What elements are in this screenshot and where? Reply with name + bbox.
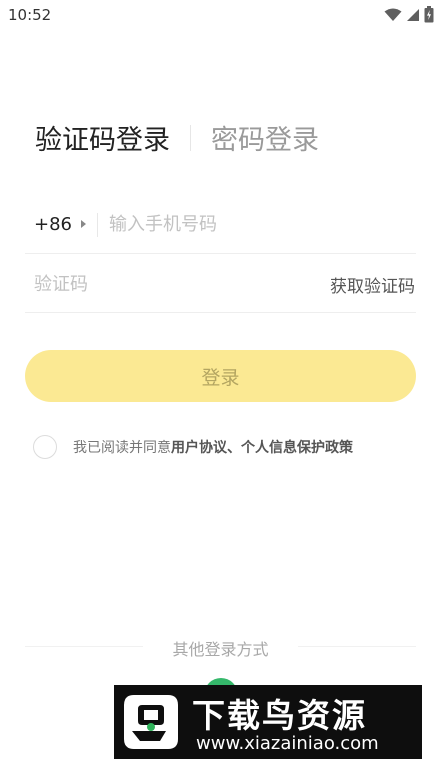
agreement-prefix: 我已阅读并同意: [73, 440, 171, 456]
other-login-label: 其他登录方式: [172, 640, 269, 659]
watermark-logo: [124, 695, 178, 749]
caret-right-icon[interactable]: [81, 220, 86, 228]
code-row: 获取验证码: [25, 256, 416, 313]
agreement-row: 我已阅读并同意用户协议、个人信息保护政策: [33, 435, 353, 459]
wifi-icon: [384, 8, 402, 21]
agreement-checkbox[interactable]: [33, 435, 57, 459]
get-code-button[interactable]: 获取验证码: [330, 272, 415, 297]
phone-row: +86: [25, 196, 416, 254]
status-icons: [384, 6, 434, 23]
watermark-url: www.xiazainiao.com: [196, 733, 379, 754]
login-button[interactable]: 登录: [25, 350, 416, 402]
tab-divider: [190, 124, 191, 151]
verification-code-input[interactable]: [34, 273, 234, 295]
tab-sms-login[interactable]: 验证码登录: [35, 118, 170, 157]
watermark-title: 下载鸟资源: [192, 696, 367, 735]
other-login-row: 其他登录方式: [25, 634, 416, 659]
tab-password-login[interactable]: 密码登录: [211, 118, 319, 157]
phone-divider: [97, 212, 98, 237]
signal-icon: [407, 8, 419, 21]
status-time: 10:52: [8, 6, 52, 24]
watermark: 下载鸟资源 www.xiazainiao.com: [114, 685, 422, 759]
battery-icon: [424, 6, 434, 23]
phone-input[interactable]: [109, 214, 369, 235]
agreement-text: 我已阅读并同意用户协议、个人信息保护政策: [73, 437, 353, 457]
country-code-selector[interactable]: +86: [34, 214, 72, 235]
agreement-link[interactable]: 用户协议、个人信息保护政策: [171, 440, 353, 456]
login-tabs: 验证码登录 密码登录: [35, 118, 319, 157]
status-bar: 10:52: [0, 0, 440, 30]
